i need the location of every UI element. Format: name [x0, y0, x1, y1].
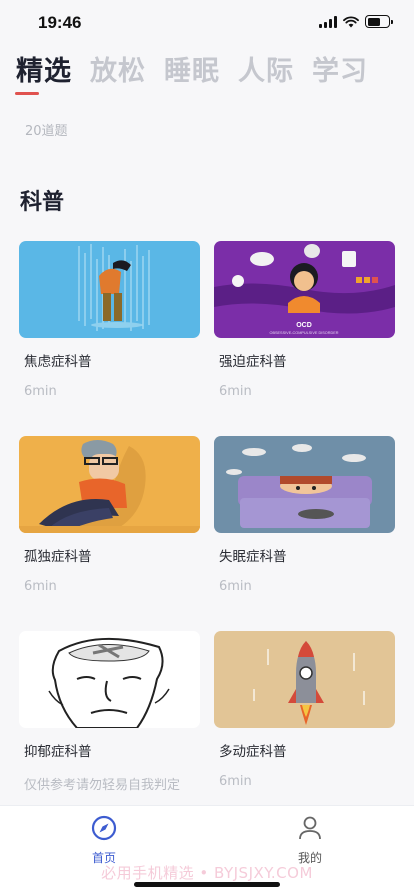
- tabbar-home[interactable]: 首页: [74, 814, 134, 866]
- user-icon: [299, 816, 321, 840]
- home-indicator[interactable]: [134, 882, 280, 887]
- card-depression[interactable]: 抑郁症科普 仅供参考请勿轻易自我判定: [19, 631, 200, 793]
- card-duration: 6min: [219, 384, 252, 399]
- ocd-illustration: OCD OBSESSIVE-COMPULSIVE DISORDER: [214, 241, 395, 338]
- wifi-icon: [343, 15, 359, 27]
- signal-icon: [319, 15, 337, 28]
- rain-person-illustration: [19, 241, 200, 338]
- tab-study[interactable]: 学习: [312, 52, 368, 92]
- card-adhd[interactable]: 多动症科普 6min: [214, 631, 395, 789]
- category-tabs: 精选 放松 睡眠 人际 学习: [0, 52, 414, 102]
- status-bar: 19:46: [0, 0, 414, 46]
- status-time: 19:46: [38, 13, 82, 32]
- section-title: 科普: [20, 190, 65, 215]
- rocket-illustration: [214, 631, 395, 728]
- card-duration: 6min: [219, 579, 252, 594]
- card-title: 强迫症科普: [219, 354, 287, 370]
- head-sketch-illustration: [19, 631, 200, 728]
- compass-icon: [91, 815, 117, 841]
- card-anxiety[interactable]: 焦虑症科普 6min: [19, 241, 200, 399]
- status-icons: [319, 15, 393, 28]
- sleepless-illustration: [214, 436, 395, 533]
- ocd-subcaption: OBSESSIVE-COMPULSIVE DISORDER: [270, 331, 339, 335]
- tab-social[interactable]: 人际: [238, 52, 294, 92]
- battery-level: [367, 17, 380, 26]
- previous-item-meta: 20道题: [25, 124, 68, 139]
- card-note: 仅供参考请勿轻易自我判定: [24, 778, 181, 793]
- card-duration: 6min: [219, 774, 252, 789]
- card-autism[interactable]: 孤独症科普 6min: [19, 436, 200, 594]
- card-title: 抑郁症科普: [24, 744, 92, 760]
- active-tab-indicator: [15, 92, 39, 95]
- tab-relax[interactable]: 放松: [90, 52, 146, 92]
- card-duration: 6min: [24, 579, 57, 594]
- tabbar-mine[interactable]: 我的: [280, 814, 340, 866]
- card-title: 多动症科普: [219, 744, 287, 760]
- battery-icon: [365, 15, 393, 28]
- card-ocd[interactable]: OCD OBSESSIVE-COMPULSIVE DISORDER 强迫症科普 …: [214, 241, 395, 399]
- tab-featured[interactable]: 精选: [16, 52, 72, 92]
- content-scroll[interactable]: 20道题 科普 焦虑症科普 6min OCD OBSESSIVE-COMPULS…: [0, 100, 414, 805]
- card-title: 孤独症科普: [24, 549, 92, 565]
- card-duration: 6min: [24, 384, 57, 399]
- card-title: 焦虑症科普: [24, 354, 92, 370]
- ocd-caption: OCD: [296, 322, 312, 329]
- card-title: 失眠症科普: [219, 549, 287, 565]
- card-insomnia[interactable]: 失眠症科普 6min: [214, 436, 395, 594]
- tab-sleep[interactable]: 睡眠: [164, 52, 220, 92]
- watermark: 必用手机精选 • BYJSJXY.COM: [101, 864, 313, 882]
- sitting-person-illustration: [19, 436, 200, 533]
